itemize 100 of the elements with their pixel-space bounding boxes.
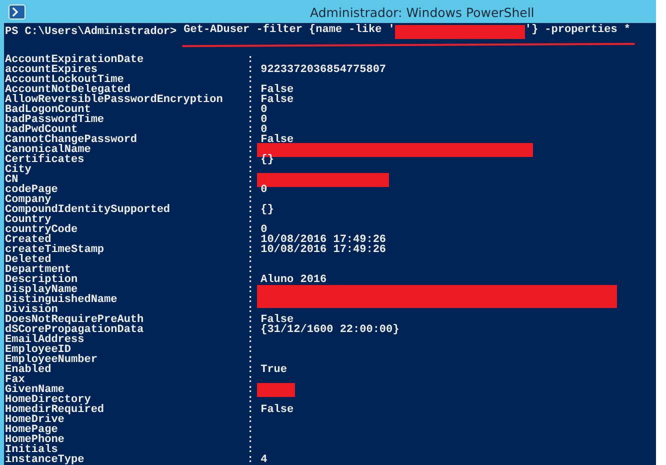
terminal-icon — [8, 4, 26, 20]
property-value: False — [260, 315, 294, 325]
property-name: dSCorePropagationData — [5, 325, 145, 335]
property-name: Fax — [5, 375, 25, 385]
property-value: 10/08/2016 17:49:26 — [260, 235, 386, 245]
property-value: False — [260, 85, 294, 95]
property-name: badPwdCount — [5, 125, 78, 135]
property-value: 0 — [260, 225, 268, 235]
property-name: instanceType — [5, 455, 86, 465]
property-value: Aluno 2016 — [260, 275, 327, 285]
separator-text: : — [247, 335, 254, 345]
separator-text: : — [247, 295, 254, 305]
separator-text: : — [247, 355, 254, 365]
property-name: CannotChangePassword — [5, 135, 138, 145]
separator-text: : — [247, 195, 254, 205]
separator-text: : — [247, 95, 254, 105]
property-name: Deleted — [5, 255, 52, 265]
separator-text: : — [247, 105, 254, 115]
separator-text: : — [247, 65, 254, 75]
separator-text: : — [247, 75, 254, 85]
separator-text: : — [247, 275, 254, 285]
property-value: 0 — [260, 115, 268, 125]
property-name: createTimeStamp — [5, 245, 106, 255]
separator-text: : — [247, 315, 254, 325]
separator-text: : — [247, 305, 254, 315]
separator-text: : — [247, 185, 254, 195]
window-title: Administrador: Windows PowerShell — [310, 5, 534, 20]
separator-text: : — [247, 235, 254, 245]
property-name: countryCode — [5, 225, 79, 235]
property-value: 4 — [260, 455, 268, 465]
property-name: badPasswordTime — [5, 115, 106, 125]
separator-text: : — [247, 385, 254, 395]
property-value: False — [260, 135, 294, 145]
property-value: True — [260, 365, 288, 375]
separator-text: : — [247, 395, 254, 405]
property-name: CN — [5, 175, 18, 185]
separator-text: : — [247, 365, 254, 375]
property-name: DisplayName — [5, 285, 78, 295]
property-name: Certificates — [5, 155, 86, 165]
property-value: False — [260, 95, 294, 105]
separator-text: : — [247, 255, 254, 265]
prompt-text: PS C:\Users\Administrador> — [5, 27, 177, 37]
separator-text: : — [247, 135, 254, 145]
separator-text: : — [247, 415, 254, 425]
separator-text: : — [247, 85, 254, 95]
property-name: EmployeeID — [5, 345, 72, 355]
property-name: HomeDirectory — [5, 395, 91, 405]
separator-text: : — [247, 285, 254, 295]
property-name: AllowReversiblePasswordEncryption — [5, 95, 224, 105]
property-name: Division — [5, 305, 58, 315]
property-value: 0 — [260, 185, 268, 195]
property-name: Description — [5, 275, 79, 285]
separator-text: : — [247, 405, 254, 415]
property-value: 0 — [260, 105, 268, 115]
separator-text: : — [247, 145, 254, 155]
command-text: '} -properties * — [524, 25, 630, 38]
property-name: GivenName — [5, 385, 64, 395]
property-name: CanonicalName — [5, 145, 91, 155]
property-name: AccountLockoutTime — [5, 75, 124, 85]
property-value: {} — [260, 155, 274, 165]
property-name: HomeDrive — [5, 415, 64, 425]
property-value: 10/08/2016 17:49:26 — [260, 245, 386, 255]
property-name: Initials — [5, 445, 58, 455]
separator-text: : — [247, 445, 254, 455]
property-name: BadLogonCount — [5, 105, 91, 115]
property-name: Enabled — [5, 365, 52, 375]
separator-text: : — [247, 375, 254, 385]
separator-text: : — [247, 265, 254, 275]
property-name: AccountExpirationDate — [5, 55, 145, 65]
separator-text: : — [247, 175, 254, 185]
property-name: CompoundIdentitySupported — [5, 205, 172, 215]
separator-text: : — [247, 245, 254, 255]
separator-text: : — [247, 435, 254, 445]
property-name: EmailAddress — [5, 335, 84, 345]
command-text: Get-ADuser -filter {name -like ' — [184, 25, 395, 38]
property-name: HomePage — [5, 425, 58, 435]
separator-text: : — [247, 115, 254, 125]
separator-text: : — [247, 55, 254, 65]
separator-text: : — [247, 425, 254, 435]
separator-text: : — [247, 455, 254, 465]
property-name: Company — [5, 195, 52, 205]
separator-text: : — [247, 125, 254, 135]
separator-text: : — [247, 205, 254, 215]
property-value: False — [260, 405, 294, 415]
property-name: HomedirRequired — [5, 405, 106, 415]
property-name: Department — [5, 265, 72, 275]
separator-text: : — [247, 325, 254, 335]
property-name: Country — [5, 215, 52, 225]
property-name: AccountNotDelegated — [5, 85, 130, 95]
property-value: {31/12/1600 22:00:00} — [260, 325, 400, 335]
separator-text: : — [247, 345, 254, 355]
property-name: DistinguishedName — [5, 295, 118, 305]
separator-text: : — [247, 225, 254, 235]
property-name: EmployeeNumber — [5, 355, 98, 365]
property-value: 0 — [260, 125, 268, 135]
separator-text: : — [247, 215, 254, 225]
property-name: DoesNotRequirePreAuth — [5, 315, 145, 325]
property-name: accountExpires — [5, 65, 98, 75]
property-name: HomePhone — [5, 435, 66, 445]
property-name: codePage — [5, 185, 59, 195]
